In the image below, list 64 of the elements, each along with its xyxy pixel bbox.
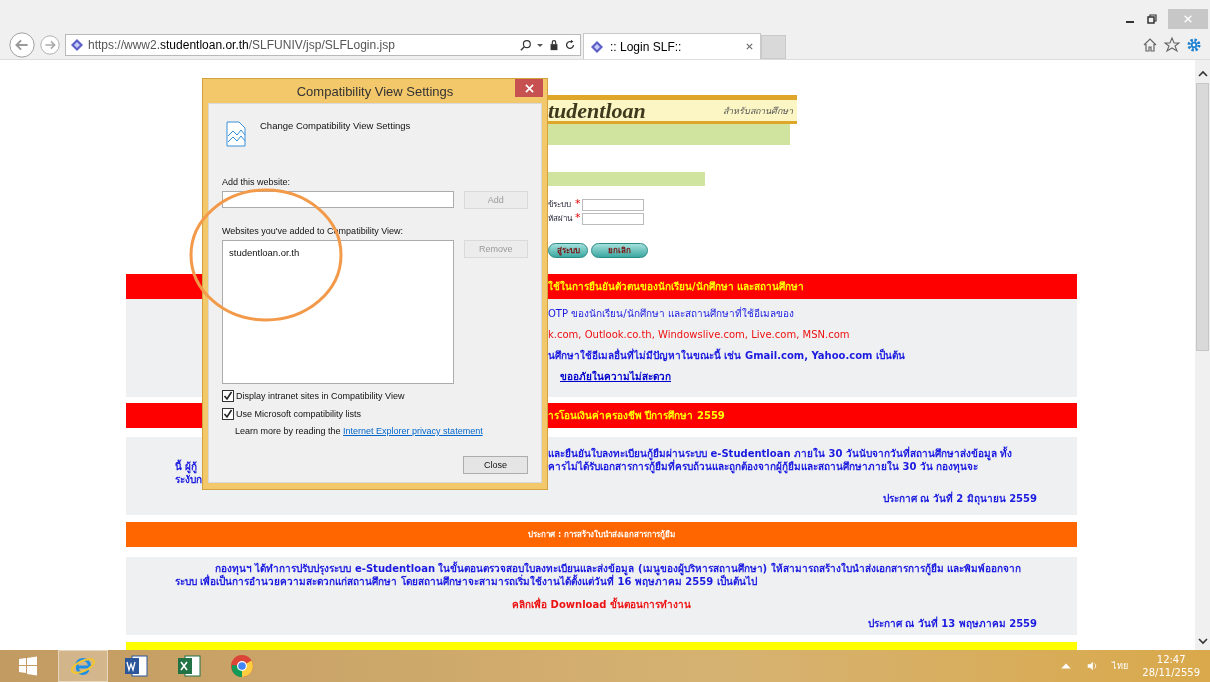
- site-icon: [590, 39, 604, 54]
- settings-icon[interactable]: [1186, 36, 1202, 53]
- round-browser-icon: [229, 653, 255, 679]
- document-icon: [226, 121, 246, 147]
- notice-text: OTP ของนักเรียน/นักศึกษา และสถานศึกษาที่ใช้อีเมลของ: [547, 307, 795, 320]
- section-heading: ประกาศ : การสร้างใบนำส่งเอกสารการกู้ยืม: [528, 529, 675, 541]
- refresh-icon[interactable]: [564, 38, 576, 51]
- input-field[interactable]: [581, 212, 644, 225]
- close-button[interactable]: [515, 79, 543, 97]
- dialog-title: Compatibility View Settings: [296, 83, 454, 99]
- restore-icon[interactable]: [1146, 13, 1158, 25]
- website-list-item[interactable]: studentloan.or.th: [228, 247, 301, 258]
- required-mark: *: [574, 212, 582, 223]
- close-dialog-button[interactable]: Close: [463, 456, 528, 474]
- banner-subtitle: สำหรับสถานศึกษา: [723, 104, 793, 118]
- close-icon: [1183, 14, 1193, 24]
- scroll-thumb[interactable]: [1196, 83, 1209, 351]
- notice-text: คารไม่ได้รับเอกสารการกู้ยืมที่ครบถ้วนและถูกต้องจากผู้กู้ยืมและสถานศึกษาภายใน 30 วัน กองทุนจะ: [548, 460, 979, 473]
- search-icon[interactable]: [520, 38, 532, 51]
- close-icon[interactable]: [745, 42, 754, 51]
- scroll-down-icon[interactable]: [1196, 636, 1209, 646]
- close-icon: [524, 83, 534, 93]
- notice-text: นศึกษาใช้อีเมลอื่นที่ไม่มีปัญหาในขณะนี้ เช่น Gmail.com, Yahoo.com เป็นต้น: [547, 349, 906, 362]
- notice-text: k.com, Outlook.co.th, Windowslive.com, Live.com, MSN.com: [547, 328, 851, 341]
- checkbox-label: Use Microsoft compatibility lists: [236, 409, 362, 419]
- dialog-header: Change Compatibility View Settings: [260, 120, 411, 131]
- required-mark: *: [574, 198, 582, 209]
- address-bar[interactable]: https://www2.studentloan.or.th/SLFUNIV/jsp/SLFLogin.jsp: [65, 33, 581, 56]
- url-text: https://www2.studentloan.or.th/SLFUNIV/jsp/SLFLogin.jsp: [88, 37, 396, 52]
- privacy-link[interactable]: Internet Explorer privacy statement: [343, 426, 483, 436]
- input-field[interactable]: [581, 198, 644, 211]
- logo-text: tudentloan: [548, 99, 646, 122]
- date-text: ประกาศ ณ วันที่ 13 พฤษภาคม 2559: [867, 617, 1037, 630]
- spreadsheet-icon: [176, 653, 202, 679]
- scroll-up-icon[interactable]: [1196, 69, 1209, 79]
- pill-button[interactable]: สู่ระบบ: [548, 243, 588, 258]
- notice-text: นี้ ผู้กู้: [175, 460, 198, 473]
- field-label: ข้ระบบ: [548, 199, 572, 211]
- website-input-field[interactable]: [222, 191, 454, 208]
- notice-paragraph: กองทุนฯ ได้ทำการปรับปรุงระบบ e-Studentloan ในขั้นตอนตรวจสอบใบลงทะเบียนและส่งข้อมูล (เมนูของผู้บริหารสถานศึกษา) ให้สามารถสร้างใบนำส่งเอกสารการกู้ยืม และพิมพ์ออกจากระบบ เพื่อเป็นการอำนวยความสะดวกแก่สถานศึกษา โดยสถานศึกษาจะสามารถเริ่มใช้งานได้ตั้งแต่วันที่ 16 พฤษภาคม 2559 เป็นต้นไป: [174, 562, 1023, 588]
- field-label: หัสผ่าน: [548, 213, 574, 225]
- notice-text: และยืนยันใบลงทะเบียนกู้ยืมผ่านระบบ e-Studentloan ภายใน 30 วันนับจากวันที่สถานศึกษาส่งข้อมูล ทั้ง: [547, 447, 1014, 460]
- clock-date: 28/11/2559: [1142, 666, 1200, 679]
- notice-text: ระงับก: [175, 474, 202, 485]
- clock-time: 12:47: [1156, 653, 1186, 666]
- checkbox[interactable]: [222, 408, 234, 420]
- section-heading: ารโอนเงินค่าครองชีพ ปีการศึกษา 2559: [548, 409, 725, 423]
- browser-tab[interactable]: :: Login SLF::: [583, 33, 761, 59]
- word-document-icon: [123, 653, 149, 679]
- checkbox[interactable]: [222, 390, 234, 402]
- download-link[interactable]: คลิกเพื่อ Download ขั้นตอนการทำงาน: [512, 598, 691, 611]
- star-icon[interactable]: [1164, 36, 1180, 53]
- learn-more-text: Learn more by reading the Internet Explorer privacy statement: [235, 426, 484, 436]
- checkbox-label: Display intranet sites in Compatibility View: [236, 391, 405, 401]
- home-icon[interactable]: [1142, 36, 1158, 53]
- field-label: Add this website:: [222, 177, 292, 187]
- lock-icon[interactable]: [548, 38, 560, 51]
- section-heading: ใช้ในการยืนยันตัวตนของนักเรียน/นักศึกษา และสถานศึกษา: [548, 279, 805, 294]
- date-text: ประกาศ ณ วันที่ 2 มิถุนายน 2559: [882, 492, 1037, 505]
- site-icon: [70, 37, 84, 52]
- back-icon[interactable]: [8, 30, 36, 59]
- windows-logo-icon[interactable]: [18, 656, 38, 676]
- pill-button[interactable]: ยกเลิก: [591, 243, 648, 258]
- apology-link[interactable]: ขออภัยในความไม่สะดวก: [560, 370, 671, 383]
